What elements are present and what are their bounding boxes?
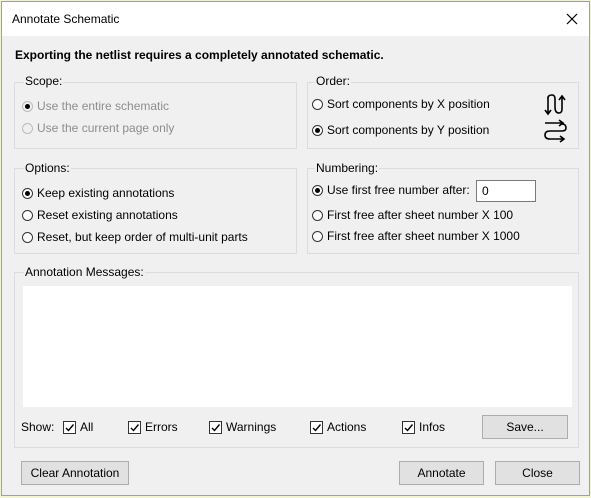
annotate-button[interactable]: Annotate <box>399 461 484 485</box>
window-title: Annotate Schematic <box>12 12 120 26</box>
order-label: Order: <box>315 74 352 88</box>
first-free-number-radio[interactable]: Use first free number after: <box>312 182 470 198</box>
keep-annotations-radio[interactable]: Keep existing annotations <box>22 185 174 201</box>
scope-entire-radio[interactable]: Use the entire schematic <box>22 98 169 114</box>
close-icon <box>566 13 578 25</box>
options-label: Options: <box>24 161 71 175</box>
scope-label: Scope: <box>24 74 64 88</box>
save-button[interactable]: Save... <box>482 415 568 439</box>
warning-text: Exporting the netlist requires a complet… <box>15 48 384 62</box>
radio-button <box>22 231 33 243</box>
sheet-x100-radio[interactable]: First free after sheet number X 100 <box>312 207 513 223</box>
annotate-dialog: Annotate Schematic Exporting the netlist… <box>1 1 590 496</box>
clear-annotation-button[interactable]: Clear Annotation <box>21 461 129 485</box>
checkbox <box>128 420 141 434</box>
sheet-x1000-radio[interactable]: First free after sheet number X 1000 <box>312 228 520 244</box>
first-free-number-input[interactable]: 0 <box>476 180 536 202</box>
radio-button <box>22 187 33 199</box>
scope-current-page-radio[interactable]: Use the current page only <box>22 120 174 136</box>
checkbox <box>63 420 76 434</box>
order-group <box>307 82 579 149</box>
radio-button <box>312 209 323 221</box>
messages-label: Annotation Messages: <box>24 265 145 279</box>
sort-by-y-radio[interactable]: Sort components by Y position <box>312 122 489 138</box>
sort-x-icon <box>544 94 566 116</box>
sort-y-icon <box>544 119 567 143</box>
radio-button <box>22 209 33 221</box>
radio-button <box>312 184 323 196</box>
radio-button <box>312 124 323 136</box>
checkbox <box>402 420 415 434</box>
scope-group <box>14 82 297 149</box>
filter-warnings-checkbox[interactable]: Warnings <box>209 419 276 435</box>
sort-by-x-radio[interactable]: Sort components by X position <box>312 96 490 112</box>
messages-list[interactable] <box>23 286 572 407</box>
reset-annotations-radio[interactable]: Reset existing annotations <box>22 207 178 223</box>
radio-button <box>22 100 33 112</box>
checkbox <box>310 420 323 434</box>
filter-errors-checkbox[interactable]: Errors <box>128 419 178 435</box>
radio-button <box>22 122 33 134</box>
reset-keep-order-radio[interactable]: Reset, but keep order of multi-unit part… <box>22 229 248 245</box>
close-window-button[interactable] <box>552 5 591 33</box>
filter-all-checkbox[interactable]: All <box>63 419 93 435</box>
filter-actions-checkbox[interactable]: Actions <box>310 419 366 435</box>
title-bar: Annotate Schematic <box>2 2 589 36</box>
filter-infos-checkbox[interactable]: Infos <box>402 419 445 435</box>
checkbox <box>209 420 222 434</box>
show-label: Show: <box>21 420 55 434</box>
close-button[interactable]: Close <box>495 461 580 485</box>
radio-button <box>312 98 323 110</box>
numbering-label: Numbering: <box>315 161 380 175</box>
radio-button <box>312 230 323 242</box>
